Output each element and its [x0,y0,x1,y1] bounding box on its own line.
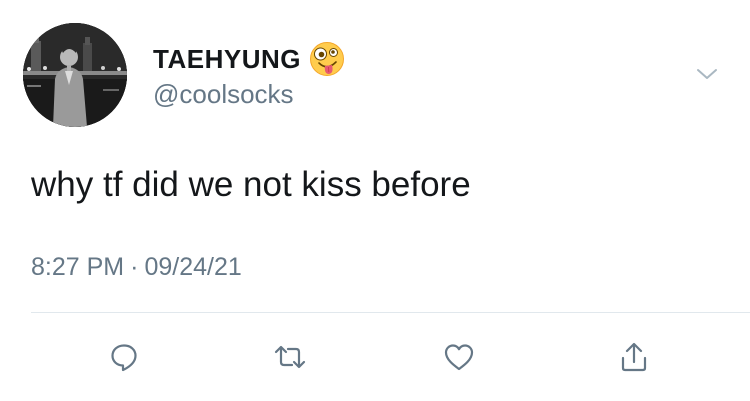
tweet-text: why tf did we not kiss before [31,165,471,204]
avatar[interactable] [23,23,127,127]
heart-icon [444,344,474,371]
avatar-photo [23,23,127,127]
tweet-meta: 8:27 PM · 09/24/21 [31,252,242,282]
display-name[interactable]: TAEHYUNG [153,46,301,72]
reply-bubble-icon [111,344,137,372]
zany-face-emoji-icon [309,42,344,76]
share-icon [621,342,647,372]
divider [31,312,750,313]
chevron-down-icon[interactable] [692,64,722,84]
reply-button[interactable] [102,335,146,379]
like-button[interactable] [437,335,481,379]
author-handle[interactable]: @coolsocks [153,80,294,109]
retweet-icon [274,345,306,369]
share-button[interactable] [612,335,656,379]
retweet-button[interactable] [268,335,312,379]
tweet-date[interactable]: 09/24/21 [144,253,241,281]
author-name-row: TAEHYUNG [153,40,345,78]
tweet-time[interactable]: 8:27 PM [31,253,124,281]
meta-separator: · [130,253,139,281]
